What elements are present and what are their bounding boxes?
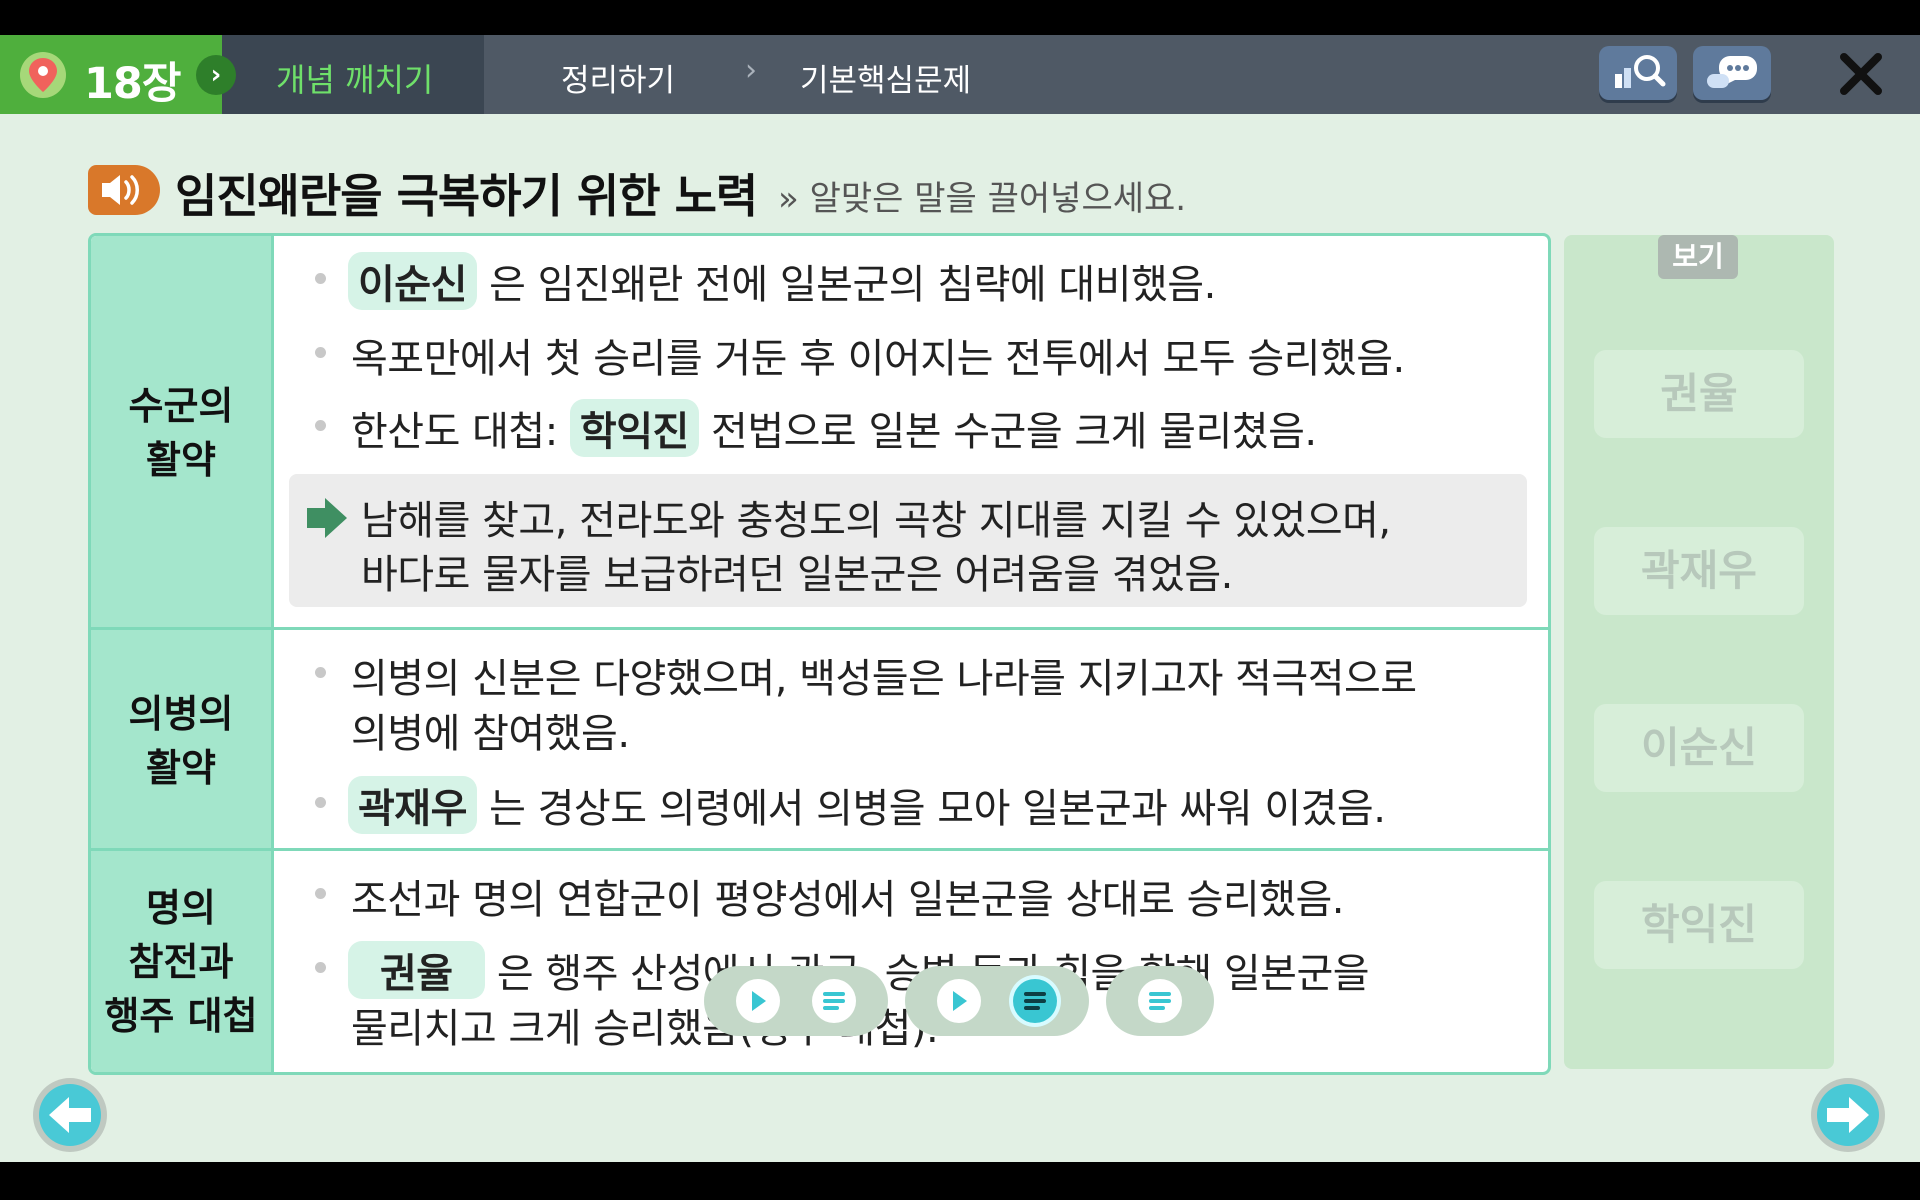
category-label: 의병의 활약 bbox=[128, 691, 234, 790]
list-item: 조선과 명의 연합군이 평양성에서 일본군을 상대로 승리했음. bbox=[351, 877, 1345, 923]
arrow-left-icon bbox=[49, 1097, 91, 1133]
search-icon bbox=[1615, 55, 1666, 88]
media-control-group bbox=[905, 966, 1089, 1036]
list-item: 옥포만에서 첫 승리를 거둔 후 이어지는 전투에서 모두 승리했음. bbox=[351, 336, 1405, 382]
category-cell-militia: 의병의 활약 bbox=[91, 630, 274, 851]
content-table: 수군의 활약 이순신 은 임진왜란 전에 일본군의 침략에 대비했음. 옥포만에… bbox=[88, 233, 1551, 1075]
category-cell-navy: 수군의 활약 bbox=[91, 236, 274, 630]
chevron-right-icon: › bbox=[745, 53, 757, 88]
chapter-badge[interactable]: 18장 bbox=[0, 35, 222, 114]
chat-icon bbox=[1707, 56, 1757, 88]
blank-answer-slot[interactable]: 학익진 bbox=[569, 399, 699, 457]
script-icon bbox=[1024, 992, 1046, 1010]
chapter-label: 18장 bbox=[84, 59, 181, 109]
map-pin-icon bbox=[20, 52, 66, 98]
bullet-icon bbox=[315, 888, 326, 899]
speaker-button[interactable] bbox=[88, 165, 160, 215]
bullet-icon bbox=[315, 347, 326, 358]
content-area: 임진왜란을 극복하기 위한 노력 » 알맞은 말을 끌어넣으세요. 수군의 활약… bbox=[0, 114, 1920, 1162]
tab-core-problems[interactable]: 기본핵심문제 bbox=[800, 55, 971, 100]
script-button[interactable] bbox=[812, 979, 856, 1023]
blank-answer-slot[interactable]: 곽재우 bbox=[348, 776, 477, 834]
search-button[interactable] bbox=[1599, 46, 1677, 100]
top-bar: 18장 › 개념 깨치기 정리하기 › 기본핵심문제 bbox=[0, 35, 1920, 114]
tab-concept-label: 개념 깨치기 bbox=[276, 61, 434, 99]
media-control-group bbox=[704, 966, 888, 1036]
option-chip[interactable]: 학익진 bbox=[1594, 881, 1804, 969]
option-chip[interactable]: 권율 bbox=[1594, 350, 1804, 438]
list-item: 의병의 신분은 다양했으며, 백성들은 나라를 지키고자 적극적으로 bbox=[351, 656, 1417, 702]
summary-line: 바다로 물자를 보급하려던 일본군은 어려움을 겪었음. bbox=[361, 552, 1233, 598]
bullet-icon bbox=[315, 797, 326, 808]
prev-button[interactable] bbox=[33, 1078, 107, 1152]
tab-concept[interactable]: 개념 깨치기 bbox=[222, 35, 484, 114]
play-button[interactable] bbox=[736, 979, 780, 1023]
options-panel: 보기 권율 곽재우 이순신 학익진 bbox=[1564, 235, 1834, 1069]
play-button[interactable] bbox=[937, 979, 981, 1023]
close-button[interactable] bbox=[1836, 49, 1886, 99]
category-label: 명의 참전과 행주 대첩 bbox=[104, 885, 258, 1038]
option-chip[interactable]: 이순신 bbox=[1594, 704, 1804, 792]
bullet-icon bbox=[315, 420, 326, 431]
arrow-right-icon bbox=[307, 498, 347, 538]
next-button[interactable] bbox=[1811, 1078, 1885, 1152]
play-icon bbox=[752, 991, 766, 1011]
blank-answer-slot[interactable]: 권율 bbox=[348, 941, 485, 999]
summary-box: 남해를 찾고, 전라도와 충청도의 곡창 지대를 지킬 수 있었으며, 바다로 … bbox=[289, 474, 1527, 607]
category-label: 수군의 활약 bbox=[128, 384, 234, 482]
instruction-text: » 알맞은 말을 끌어넣으세요. bbox=[778, 179, 1187, 219]
category-cell-ming: 명의 참전과 행주 대첩 bbox=[91, 851, 274, 1072]
summary-line: 남해를 찾고, 전라도와 충청도의 곡창 지대를 지킬 수 있었으며, bbox=[361, 498, 1391, 544]
speaker-icon bbox=[102, 175, 139, 205]
play-icon bbox=[953, 991, 967, 1011]
script-icon bbox=[1149, 992, 1171, 1010]
list-item: 곽재우 는 경상도 의령에서 의병을 모아 일본군과 싸워 이겼음. bbox=[348, 776, 1386, 834]
media-control-group bbox=[1106, 966, 1214, 1036]
list-item: 이순신 은 임진왜란 전에 일본군의 침략에 대비했음. bbox=[348, 252, 1216, 310]
bullet-icon bbox=[315, 273, 326, 284]
options-label: 보기 bbox=[1658, 235, 1738, 279]
blank-answer-slot[interactable]: 이순신 bbox=[348, 252, 477, 310]
chat-button[interactable] bbox=[1693, 46, 1771, 100]
script-button-active[interactable] bbox=[1013, 979, 1057, 1023]
tab-summary[interactable]: 정리하기 bbox=[561, 55, 675, 100]
chevron-right-icon: › bbox=[196, 55, 236, 95]
option-chip[interactable]: 곽재우 bbox=[1594, 527, 1804, 615]
bullet-icon bbox=[315, 962, 326, 973]
arrow-right-icon bbox=[1827, 1097, 1869, 1133]
bullet-icon bbox=[315, 667, 326, 678]
script-button[interactable] bbox=[1138, 979, 1182, 1023]
section-title: 임진왜란을 극복하기 위한 노력 bbox=[175, 169, 758, 223]
close-icon bbox=[1840, 53, 1882, 95]
list-item: 한산도 대첩: 학익진 전법으로 일본 수군을 크게 물리쳤음. bbox=[351, 399, 1317, 457]
row-divider bbox=[91, 627, 1548, 630]
row-divider bbox=[91, 848, 1548, 851]
script-icon bbox=[823, 992, 845, 1010]
list-item-continuation: 의병에 참여했음. bbox=[351, 711, 630, 757]
